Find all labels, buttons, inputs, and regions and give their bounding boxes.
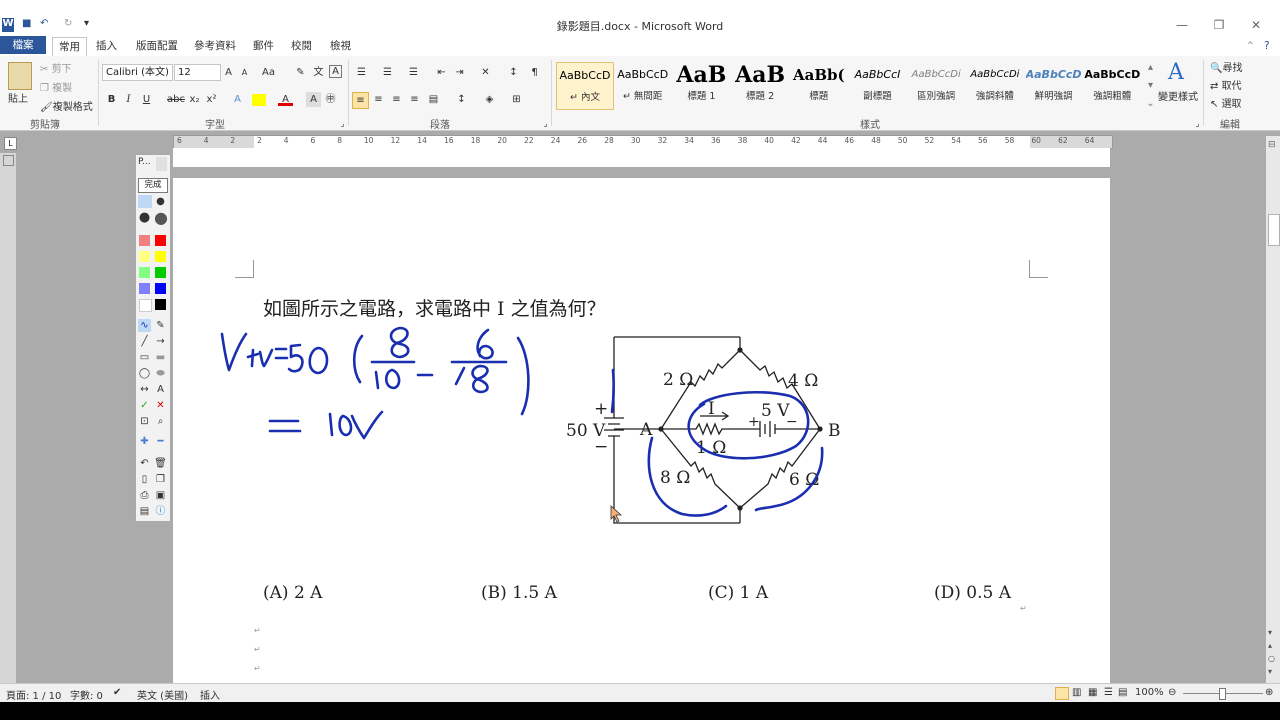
zoom-tool-icon[interactable]: ⌕ <box>154 415 167 428</box>
ink-overlay <box>220 326 824 517</box>
zoom-level[interactable]: 100% <box>1135 687 1164 698</box>
vertical-scrollbar[interactable]: ⊟ ▾ ▴ ○ ▾ <box>1266 136 1280 683</box>
filled-rectangle-tool-icon[interactable]: ▬ <box>154 351 167 364</box>
color-swatch[interactable] <box>155 251 166 262</box>
outline-view-icon[interactable]: ☰ <box>1104 687 1113 698</box>
ink-stroke <box>352 334 364 384</box>
ink-loop-stroke <box>647 436 728 517</box>
xl-pen-size-icon[interactable]: ● <box>154 210 168 226</box>
ellipse-tool-icon[interactable]: ◯ <box>138 367 151 380</box>
print-layout-view-icon[interactable] <box>1055 687 1069 700</box>
ink-stroke <box>308 346 329 375</box>
add-icon[interactable]: ✚ <box>138 435 151 448</box>
trash-icon[interactable]: 🗑 <box>154 457 167 470</box>
color-swatch[interactable] <box>139 299 152 312</box>
ink-stroke <box>220 332 248 372</box>
rectangle-tool-icon[interactable]: ▭ <box>138 351 151 364</box>
undo-stroke-icon[interactable]: ↶ <box>138 457 151 470</box>
check-tool-icon[interactable]: ✓ <box>138 399 151 412</box>
crop-tool-icon[interactable]: ⊡ <box>138 415 151 428</box>
browse-object-icon[interactable]: ○ <box>1268 654 1278 664</box>
done-button[interactable]: 完成 <box>138 178 168 193</box>
color-swatch[interactable] <box>155 283 166 294</box>
zoom-out-icon[interactable]: ⊖ <box>1168 687 1176 698</box>
ink-loop-stroke <box>687 391 810 460</box>
large-pen-size-icon[interactable]: ● <box>138 211 151 224</box>
language-indicator[interactable]: 英文 (美國) <box>137 687 188 702</box>
web-layout-icon[interactable]: ▦ <box>1088 687 1097 698</box>
color-swatch[interactable] <box>139 283 150 294</box>
zoom-slider-thumb[interactable] <box>1219 688 1226 700</box>
arrow-tool-icon[interactable]: → <box>154 335 167 348</box>
save-ink-icon[interactable]: ▣ <box>154 489 167 502</box>
filled-ellipse-tool-icon[interactable]: ⬬ <box>154 367 167 380</box>
ink-stroke <box>389 326 410 359</box>
ink-stroke <box>338 414 353 437</box>
ink-stroke <box>274 347 289 360</box>
color-swatch[interactable] <box>155 235 166 246</box>
palette-grip-icon[interactable] <box>156 157 167 171</box>
print-icon[interactable]: ⎙ <box>138 489 151 502</box>
mouse-cursor-icon <box>610 505 623 523</box>
scroll-down-icon[interactable]: ▾ <box>1268 628 1278 638</box>
draft-view-icon[interactable]: ▤ <box>1118 687 1127 698</box>
scroll-ruler-icon[interactable]: ⊟ <box>1268 140 1278 150</box>
screenshot-icon[interactable]: ▤ <box>138 505 151 518</box>
medium-pen-size-icon[interactable]: ● <box>154 195 167 208</box>
zoom-in-icon[interactable]: ⊕ <box>1265 687 1273 698</box>
line-tool-icon[interactable]: ╱ <box>138 335 151 348</box>
cross-tool-icon[interactable]: ✕ <box>154 399 167 412</box>
color-swatch[interactable] <box>139 267 150 278</box>
color-swatch[interactable] <box>155 299 166 310</box>
copy-page-icon[interactable]: ❐ <box>154 473 167 486</box>
ink-stroke <box>328 412 334 437</box>
bottom-bar <box>0 702 1280 720</box>
status-bar: 頁面: 1 / 10 字數: 0 ✔ 英文 (美國) 插入 ▥ ▦ ☰ ▤ 10… <box>0 683 1280 703</box>
color-swatch[interactable] <box>139 235 150 246</box>
info-icon[interactable]: ⓘ <box>154 505 167 518</box>
word-count[interactable]: 字數: 0 <box>70 687 103 702</box>
next-page-icon[interactable]: ▾ <box>1268 667 1278 677</box>
ink-stroke <box>287 343 304 373</box>
ink-stroke <box>246 348 274 368</box>
previous-page-icon[interactable]: ▴ <box>1268 641 1278 651</box>
palette-title: P... <box>138 157 151 167</box>
ink-stroke <box>454 364 489 394</box>
insert-mode-indicator[interactable]: 插入 <box>200 687 220 702</box>
ink-stroke <box>374 368 401 390</box>
ink-stroke <box>350 410 384 440</box>
new-page-icon[interactable]: ▯ <box>138 473 151 486</box>
ink-tool-palette: P... 完成 ● ● ● ∿ ✎ ╱ → ▭ ▬ ◯ ⬬ ↔ A ✓ ✕ ⊡ … <box>135 154 171 522</box>
ink-stroke <box>516 336 530 416</box>
scrollbar-thumb[interactable] <box>1268 214 1280 246</box>
pen-tool-icon[interactable]: ∿ <box>138 319 151 332</box>
remove-icon[interactable]: ━ <box>154 435 167 448</box>
ink-stroke <box>610 368 615 414</box>
eraser-tool-icon[interactable]: ✎ <box>154 319 167 332</box>
text-tool-icon[interactable]: A <box>154 383 167 396</box>
page-count[interactable]: 頁面: 1 / 10 <box>6 687 61 702</box>
proofing-icon[interactable]: ✔ <box>113 687 121 698</box>
small-pen-size-icon[interactable] <box>138 195 152 208</box>
double-arrow-tool-icon[interactable]: ↔ <box>138 383 151 396</box>
reading-view-icon[interactable]: ▥ <box>1072 687 1081 698</box>
color-swatch[interactable] <box>139 251 150 262</box>
color-swatch[interactable] <box>155 267 166 278</box>
ink-stroke <box>268 419 302 433</box>
ink-stroke <box>476 328 494 360</box>
